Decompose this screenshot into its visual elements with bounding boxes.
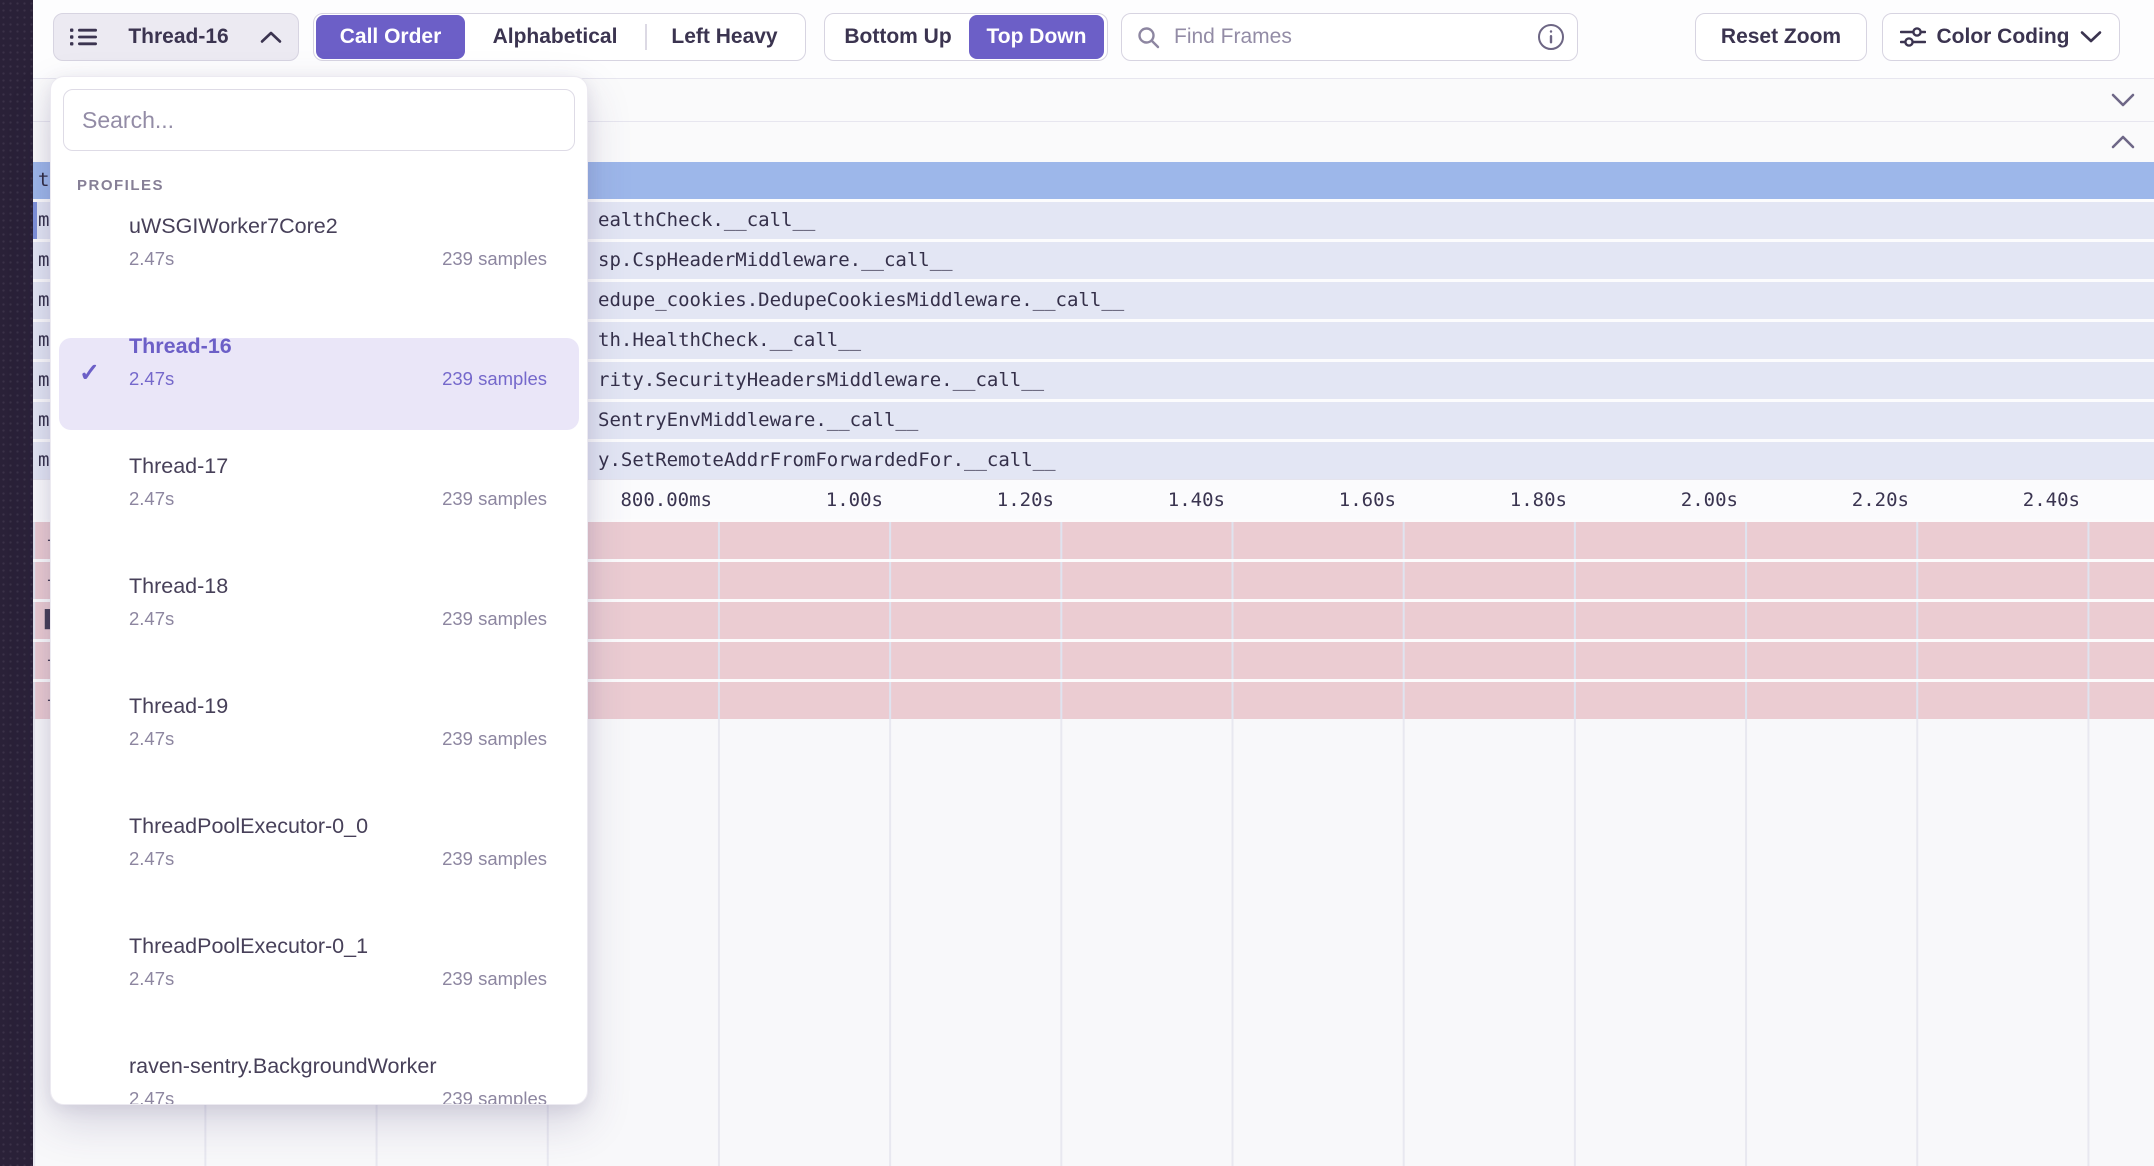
frame-text-sliver: m bbox=[38, 282, 49, 319]
top-down-button[interactable]: Top Down bbox=[969, 15, 1104, 59]
profile-duration: 2.47s bbox=[129, 608, 174, 630]
profile-item[interactable]: Thread-19 2.47s 239 samples bbox=[51, 694, 587, 794]
frame-label: edupe_cookies.DedupeCookiesMiddleware.__… bbox=[598, 282, 1124, 319]
find-frames-input[interactable] bbox=[1121, 13, 1578, 61]
frame-label: sp.CspHeaderMiddleware.__call__ bbox=[598, 242, 953, 279]
frame-text-sliver: m bbox=[38, 322, 49, 359]
profile-duration: 2.47s bbox=[129, 848, 174, 870]
find-frames-field bbox=[1121, 13, 1578, 61]
profile-item[interactable]: ThreadPoolExecutor-0_1 2.47s 239 samples bbox=[51, 934, 587, 1034]
profile-name: uWSGIWorker7Core2 bbox=[129, 214, 547, 239]
call-order-button[interactable]: Call Order bbox=[316, 15, 465, 59]
axis-tick-label: 1.00s bbox=[826, 480, 883, 520]
profile-samples: 239 samples bbox=[442, 488, 547, 510]
axis-tick-label: 2.40s bbox=[2023, 480, 2080, 520]
frame-label: y.SetRemoteAddrFromForwardedFor.__call__ bbox=[598, 442, 1056, 479]
chevron-down-icon bbox=[2080, 30, 2102, 44]
profile-duration: 2.47s bbox=[129, 488, 174, 510]
reset-zoom-button[interactable]: Reset Zoom bbox=[1695, 13, 1867, 61]
axis-tick-label: 1.80s bbox=[1510, 480, 1567, 520]
profile-duration: 2.47s bbox=[129, 728, 174, 750]
profile-name: Thread-18 bbox=[129, 574, 547, 599]
profiles-search-input[interactable] bbox=[63, 89, 575, 151]
alphabetical-button[interactable]: Alphabetical bbox=[465, 15, 645, 59]
frame-label: ealthCheck.__call__ bbox=[598, 202, 815, 239]
axis-tick-label: 2.20s bbox=[1852, 480, 1909, 520]
profile-item[interactable]: raven-sentry.BackgroundWorker 2.47s 239 … bbox=[51, 1054, 587, 1105]
profiles-section-label: PROFILES bbox=[77, 177, 587, 194]
profile-samples: 239 samples bbox=[442, 848, 547, 870]
profile-name: ThreadPoolExecutor-0_1 bbox=[129, 934, 547, 959]
direction-segmented-control: Bottom Up Top Down bbox=[824, 13, 1108, 61]
checkmark-icon: ✓ bbox=[79, 358, 100, 388]
profile-name: ThreadPoolExecutor-0_0 bbox=[129, 814, 547, 839]
profile-name: Thread-16 bbox=[129, 334, 547, 359]
profile-samples: 239 samples bbox=[442, 608, 547, 630]
bottom-up-button[interactable]: Bottom Up bbox=[827, 15, 969, 59]
color-coding-button[interactable]: Color Coding bbox=[1882, 13, 2120, 61]
profile-samples: 239 samples bbox=[442, 968, 547, 990]
profile-item[interactable]: uWSGIWorker7Core2 2.47s 239 samples bbox=[51, 214, 587, 314]
profile-samples: 239 samples bbox=[442, 1088, 547, 1105]
frame-label: SentryEnvMiddleware.__call__ bbox=[598, 402, 918, 439]
search-icon bbox=[1136, 25, 1161, 50]
profile-name: Thread-17 bbox=[129, 454, 547, 479]
profile-duration: 2.47s bbox=[129, 1088, 174, 1105]
profiles-search-field bbox=[63, 89, 575, 151]
profile-item[interactable]: Thread-18 2.47s 239 samples bbox=[51, 574, 587, 674]
profile-item[interactable]: ThreadPoolExecutor-0_0 2.47s 239 samples bbox=[51, 814, 587, 914]
axis-tick-label: 1.60s bbox=[1339, 480, 1396, 520]
axis-tick-label: 1.20s bbox=[997, 480, 1054, 520]
profiler-toolbar: Thread-16 Call Order Alphabetical Left H… bbox=[33, 0, 2154, 78]
profile-name: Thread-19 bbox=[129, 694, 547, 719]
profiles-dropdown-panel: PROFILES uWSGIWorker7Core2 2.47s 239 sam… bbox=[50, 76, 588, 1105]
frame-text-sliver: t bbox=[38, 162, 49, 199]
thread-list-icon bbox=[70, 26, 97, 48]
frame-text-sliver: m bbox=[38, 362, 49, 399]
thread-selector-button[interactable]: Thread-16 bbox=[53, 13, 299, 61]
chevron-up-icon bbox=[260, 30, 282, 44]
chevron-down-icon[interactable] bbox=[2110, 92, 2136, 108]
profile-duration: 2.47s bbox=[129, 968, 174, 990]
color-coding-label: Color Coding bbox=[1937, 25, 2070, 49]
left-heavy-button[interactable]: Left Heavy bbox=[647, 15, 803, 59]
app-sidebar-strip bbox=[0, 0, 33, 1166]
frame-label: th.HealthCheck.__call__ bbox=[598, 322, 861, 359]
profile-samples: 239 samples bbox=[442, 728, 547, 750]
profile-samples: 239 samples bbox=[442, 248, 547, 270]
axis-tick-label: 2.00s bbox=[1681, 480, 1738, 520]
frame-text-sliver: m bbox=[38, 242, 49, 279]
frame-text-sliver: m bbox=[38, 202, 49, 239]
profile-item[interactable]: Thread-17 2.47s 239 samples bbox=[51, 454, 587, 554]
frame-text-sliver: m bbox=[38, 402, 49, 439]
profile-duration: 2.47s bbox=[129, 368, 174, 390]
reset-zoom-label: Reset Zoom bbox=[1721, 25, 1841, 49]
chevron-up-icon[interactable] bbox=[2110, 134, 2136, 150]
frame-text-sliver: m bbox=[38, 442, 49, 479]
profile-item-selected[interactable]: ✓ Thread-16 2.47s 239 samples bbox=[51, 334, 587, 434]
profile-name: raven-sentry.BackgroundWorker bbox=[129, 1054, 547, 1079]
sort-order-segmented-control: Call Order Alphabetical Left Heavy bbox=[313, 13, 806, 61]
info-icon[interactable] bbox=[1537, 23, 1565, 51]
thread-selector-label: Thread-16 bbox=[128, 25, 228, 49]
axis-tick-label: 800.00ms bbox=[620, 480, 712, 520]
profile-duration: 2.47s bbox=[129, 248, 174, 270]
frame-label: rity.SecurityHeadersMiddleware.__call__ bbox=[598, 362, 1044, 399]
profiles-item-list: uWSGIWorker7Core2 2.47s 239 samples ✓ Th… bbox=[51, 214, 587, 1105]
sliders-icon bbox=[1900, 26, 1926, 48]
axis-tick-label: 1.40s bbox=[1168, 480, 1225, 520]
viewport-accent-strip bbox=[33, 202, 37, 239]
profile-samples: 239 samples bbox=[442, 368, 547, 390]
